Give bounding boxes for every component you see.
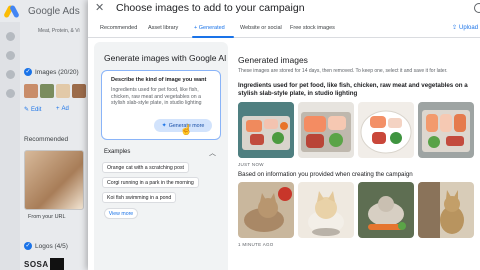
chevron-up-icon[interactable]: ︿: [209, 148, 216, 158]
check-icon: ✓: [24, 68, 32, 76]
tab-recommended[interactable]: Recommended: [100, 25, 137, 31]
cat-image: [358, 182, 414, 238]
add-button[interactable]: + Ad: [56, 106, 69, 112]
thumbnail[interactable]: [40, 84, 54, 98]
ads-header: Google Ads: [0, 0, 88, 22]
food-plate-image: [238, 102, 294, 158]
food-plate-image: [358, 102, 414, 158]
storage-note: These images are stored for 14 days, the…: [238, 68, 448, 74]
mouse-pointer-icon: ☝: [180, 125, 193, 136]
generated-image[interactable]: [358, 102, 414, 158]
logo-thumbnail[interactable]: [50, 258, 64, 270]
cat-image: [298, 182, 354, 238]
campaign-subtitle: Meat, Protein, & Vi: [38, 28, 80, 34]
brand-logo-text: SOSA: [24, 260, 49, 269]
dialog-header: ✕ Choose images to add to your campaign: [88, 0, 480, 18]
tab-generated[interactable]: + Generated: [194, 25, 225, 31]
food-plate-image: [298, 102, 354, 158]
example-chip[interactable]: Corgi running in a park in the morning: [102, 177, 199, 188]
upload-icon: ⇪: [452, 25, 458, 31]
tab-website-or-social[interactable]: Website or social: [240, 25, 282, 31]
food-plate-image: [418, 102, 474, 158]
group2-timestamp: 1 MINUTE AGO: [238, 242, 274, 247]
rail-icon[interactable]: [5, 89, 15, 98]
generated-image[interactable]: [418, 102, 474, 158]
prompt-text: Ingredients used for pet food, like fish…: [111, 87, 202, 107]
recommended-image[interactable]: [24, 150, 84, 210]
example-chip[interactable]: Koi fish swimming in a pond: [102, 192, 177, 203]
generated-image[interactable]: [238, 102, 294, 158]
tab-asset-library[interactable]: Asset library: [148, 25, 178, 31]
thumbnail[interactable]: [24, 84, 38, 98]
cat-image: [418, 182, 474, 238]
google-ads-logo-icon: [3, 3, 20, 19]
thumbnail[interactable]: [72, 84, 86, 98]
logos-section-header: ✓ Logos (4/5): [24, 242, 68, 250]
cat-image: [238, 182, 294, 238]
help-icon[interactable]: [474, 3, 480, 13]
example-chip[interactable]: Orange cat with a scratching post: [102, 162, 189, 173]
examples-header[interactable]: Examples ︿: [104, 149, 216, 159]
generated-image[interactable]: [418, 182, 474, 238]
thumbnail[interactable]: [56, 84, 70, 98]
plus-icon: +: [56, 106, 60, 112]
background-page: Google Ads Meat, Protein, & Vi ✓ Images …: [0, 0, 88, 270]
upload-button[interactable]: ⇪ Upload: [452, 24, 478, 32]
choose-images-dialog: ✕ Choose images to add to your campaign …: [88, 0, 480, 270]
images-section-header: ✓ Images (20/20): [24, 68, 79, 76]
group1-heading: Ingredients used for pet food, like fish…: [238, 82, 468, 97]
image-thumbnails: [24, 84, 86, 98]
tab-bar: Recommended Asset library + Generated We…: [88, 20, 480, 38]
prompt-label: Describe the kind of image you want: [111, 77, 207, 83]
tab-free-stock-images[interactable]: Free stock images: [290, 25, 335, 31]
prompt-textarea[interactable]: Describe the kind of image you want Ingr…: [101, 70, 221, 140]
dialog-title: Choose images to add to your campaign: [116, 2, 305, 14]
generated-images-title: Generated images: [238, 55, 308, 65]
generated-image[interactable]: [298, 102, 354, 158]
recommended-label: Recommended: [24, 136, 69, 143]
rail-icon[interactable]: [5, 70, 15, 79]
sparkle-icon: ✦: [161, 123, 167, 129]
rail-icon[interactable]: [5, 51, 15, 60]
close-icon[interactable]: ✕: [95, 1, 104, 14]
rail-icon[interactable]: [5, 32, 15, 41]
group2-heading: Based on information you provided when c…: [238, 171, 413, 178]
generator-panel: Generate images with Google AI Describe …: [94, 42, 228, 270]
side-rail: [0, 22, 20, 270]
generator-title: Generate images with Google AI: [104, 53, 227, 63]
view-more-button[interactable]: View more: [104, 208, 138, 219]
generated-image[interactable]: [238, 182, 294, 238]
generated-image[interactable]: [358, 182, 414, 238]
generated-image[interactable]: [298, 182, 354, 238]
from-url-label: From your URL: [28, 214, 66, 220]
pencil-icon: ✎: [24, 107, 30, 113]
app-name: Google Ads: [28, 5, 80, 17]
edit-button[interactable]: ✎ Edit: [24, 106, 41, 114]
check-icon: ✓: [24, 242, 32, 250]
active-tab-indicator: [192, 36, 234, 38]
group1-timestamp: JUST NOW: [238, 162, 264, 167]
